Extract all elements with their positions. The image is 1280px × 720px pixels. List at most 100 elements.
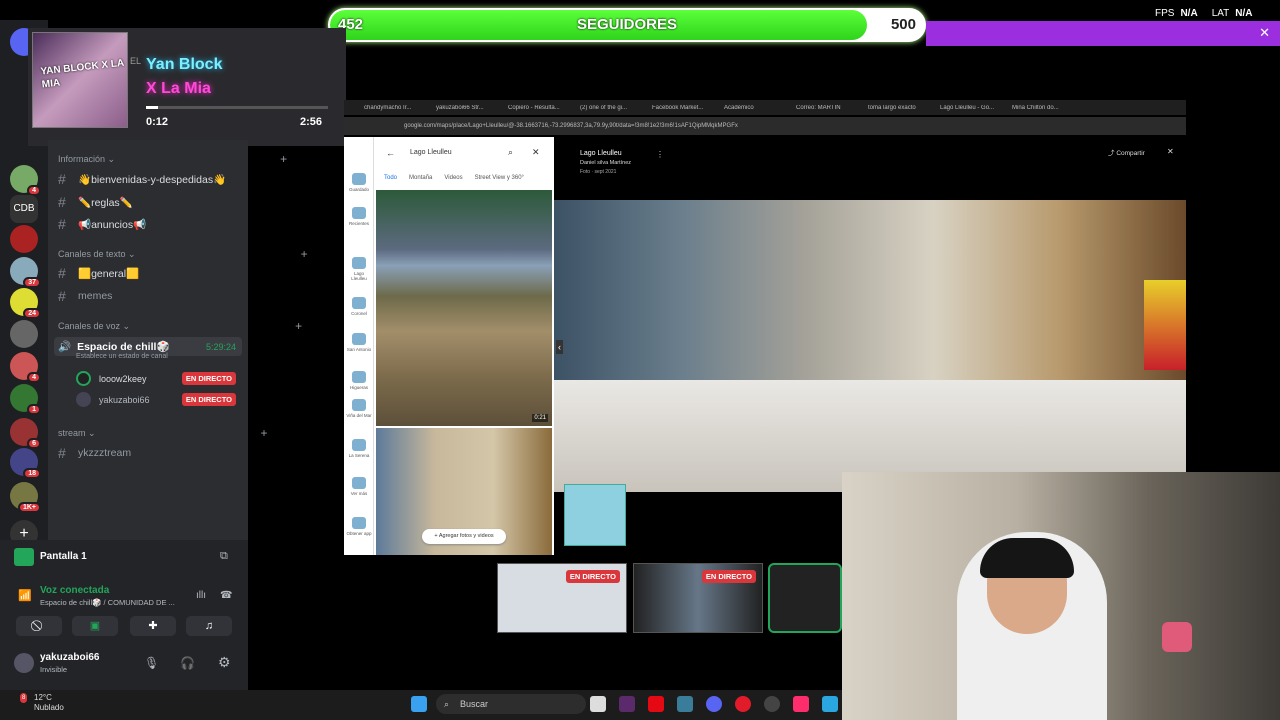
tiktok-icon[interactable] bbox=[793, 696, 809, 712]
maps-rail-item[interactable]: Recientes bbox=[346, 207, 372, 226]
server-icon[interactable]: 37 bbox=[10, 257, 41, 288]
add-channel-icon[interactable]: + bbox=[295, 319, 302, 333]
browser-tab[interactable]: Correo: MARTIN bbox=[796, 105, 866, 111]
add-channel-icon[interactable]: + bbox=[261, 426, 268, 440]
discord-icon[interactable] bbox=[706, 696, 722, 712]
photo-tabs: Todo Montaña Videos Street View y 360° bbox=[384, 175, 524, 181]
channel-ykzz[interactable]: # ykzzztream bbox=[58, 445, 131, 461]
photo-filter-tab[interactable]: Todo bbox=[384, 175, 397, 181]
server-icon[interactable]: 1 bbox=[10, 384, 41, 415]
headphones-icon[interactable]: 🎧 bbox=[180, 656, 195, 670]
taskbar-search[interactable]: ⌕ Buscar bbox=[436, 694, 586, 714]
server-cdb[interactable]: CDB bbox=[10, 195, 38, 223]
server-icon[interactable]: 1K+ bbox=[10, 482, 41, 513]
channel-anuncios[interactable]: # 📢anuncios📢 bbox=[58, 216, 146, 232]
add-channel-icon[interactable]: + bbox=[301, 247, 308, 261]
windows-start-icon[interactable] bbox=[411, 696, 427, 712]
browser-tab[interactable]: Facebook Market... bbox=[652, 105, 722, 111]
hash-icon: # bbox=[58, 194, 66, 210]
weather-widget[interactable]: 8 12°C Nublado bbox=[14, 693, 64, 713]
noise-icon[interactable]: ıllı bbox=[196, 590, 206, 601]
server-icon[interactable]: 6 bbox=[10, 418, 41, 449]
mic-icon[interactable]: 🎙 bbox=[144, 656, 159, 670]
place-icon bbox=[352, 371, 366, 383]
gear-icon[interactable]: ⚙ bbox=[218, 654, 231, 671]
category-voz[interactable]: Canales de voz ⌄ + bbox=[58, 319, 302, 333]
stream-thumbnail[interactable]: EN DIRECTO bbox=[633, 563, 763, 633]
server-icon[interactable]: 18 bbox=[10, 448, 41, 479]
live-badge: EN DIRECTO bbox=[701, 570, 756, 583]
more-icon[interactable]: ⋮ bbox=[656, 150, 664, 159]
app-icon[interactable] bbox=[677, 696, 693, 712]
add-channel-icon[interactable]: + bbox=[280, 152, 287, 166]
app-icon[interactable] bbox=[822, 696, 838, 712]
opera-icon[interactable] bbox=[735, 696, 751, 712]
collapse-icon[interactable]: ‹ bbox=[556, 340, 563, 354]
back-icon[interactable]: ← bbox=[386, 148, 395, 158]
task-view-icon[interactable] bbox=[590, 696, 606, 712]
lake-photo-thumbnail[interactable]: 0:21 bbox=[376, 190, 552, 426]
place-icon bbox=[352, 297, 366, 309]
browser-tab[interactable]: Copiero - Resulta... bbox=[508, 105, 578, 111]
stream-thumbnail[interactable] bbox=[768, 563, 842, 633]
maps-rail-item[interactable]: Higueras bbox=[346, 371, 372, 390]
maps-rail-item[interactable]: Lago Lleulleu bbox=[346, 257, 372, 281]
browser-tab[interactable]: yakuzaboi66 Str... bbox=[436, 105, 506, 111]
browser-tab[interactable]: Lago Lleulleu - Go... bbox=[940, 105, 1010, 111]
category-informacion[interactable]: Información ⌄ + bbox=[58, 152, 287, 166]
maps-rail-item[interactable]: San Antonio bbox=[346, 333, 372, 352]
soundboard-button[interactable]: ♫ bbox=[186, 616, 232, 636]
close-icon[interactable]: ✕ bbox=[1167, 147, 1174, 156]
address-bar[interactable]: google.com/maps/place/Lago+Lleulleu/@-38… bbox=[344, 117, 1186, 135]
server-icon[interactable]: 4 bbox=[10, 352, 41, 383]
popout-icon[interactable]: ⧉ bbox=[220, 550, 228, 563]
obs-icon[interactable] bbox=[764, 696, 780, 712]
photo-filter-tab[interactable]: Montaña bbox=[409, 175, 432, 181]
browser-tab[interactable]: toma largo exacto bbox=[868, 105, 938, 111]
search-icon[interactable]: ⌕ bbox=[508, 147, 513, 158]
speaker-icon: 🔊 bbox=[58, 341, 72, 353]
channel-general[interactable]: # 🟨general🟨 bbox=[58, 265, 139, 281]
avatar[interactable] bbox=[14, 653, 34, 673]
streamer-hair bbox=[980, 538, 1074, 578]
voice-user[interactable]: yakuzaboi66 bbox=[76, 392, 150, 407]
channel-list: Información ⌄ + # 👋bienvenidas-y-despedida… bbox=[48, 140, 308, 550]
add-photos-button[interactable]: + Agregar fotos y videos bbox=[422, 529, 506, 544]
browser-tab[interactable]: chandymacho Ir... bbox=[364, 105, 434, 111]
maps-rail-item[interactable]: Ver más bbox=[346, 477, 372, 496]
close-icon[interactable]: ✕ bbox=[1259, 25, 1270, 41]
photo-author[interactable]: Daniel silva Martínez bbox=[580, 160, 631, 166]
category-stream[interactable]: stream ⌄ + bbox=[58, 426, 268, 440]
channel-status[interactable]: Establece un estado de canal bbox=[76, 353, 168, 360]
maps-rail-item[interactable]: Obtener app bbox=[346, 517, 372, 536]
share-button[interactable]: ⤴ Compartir bbox=[1108, 147, 1145, 157]
server-icon[interactable] bbox=[10, 225, 38, 253]
netflix-icon[interactable] bbox=[648, 696, 664, 712]
server-icon[interactable]: 24 bbox=[10, 288, 41, 319]
browser-tab[interactable]: Académico bbox=[724, 105, 794, 111]
camera-button[interactable]: ⃠ bbox=[16, 616, 62, 636]
maps-rail-item[interactable]: Guardado bbox=[346, 173, 372, 192]
channel-memes[interactable]: # memes bbox=[58, 288, 112, 304]
maps-rail-item[interactable]: Viña del Mar bbox=[346, 399, 372, 418]
channel-bienvenidas[interactable]: # 👋bienvenidas-y-despedidas👋 bbox=[58, 171, 226, 187]
maps-rail-item[interactable]: La Serena bbox=[346, 439, 372, 458]
activities-button[interactable]: ✚ bbox=[130, 616, 176, 636]
channel-reglas[interactable]: # ✏️reglas✏️ bbox=[58, 194, 133, 210]
disconnect-icon[interactable]: ☎ bbox=[220, 590, 232, 601]
category-texto[interactable]: Canales de texto ⌄ + bbox=[58, 247, 308, 261]
voice-user[interactable]: looow2keey bbox=[76, 371, 147, 386]
photo-date: Foto · sept 2021 bbox=[580, 169, 617, 175]
screen-share-button[interactable]: ▣ bbox=[72, 616, 118, 636]
maps-rail-item[interactable]: Coronel bbox=[346, 297, 372, 316]
place-icon bbox=[352, 333, 366, 345]
voice-status[interactable]: Voz conectada bbox=[40, 585, 109, 596]
close-icon[interactable]: ✕ bbox=[532, 147, 540, 158]
server-icon[interactable] bbox=[10, 320, 38, 348]
browser-tab[interactable]: Mina Chilton do... bbox=[1012, 105, 1082, 111]
stream-thumbnail[interactable]: EN DIRECTO bbox=[497, 563, 627, 633]
premiere-icon[interactable] bbox=[619, 696, 635, 712]
browser-tab[interactable]: (2) one of the gi... bbox=[580, 105, 650, 111]
photo-filter-tab[interactable]: Street View y 360° bbox=[475, 175, 524, 181]
photo-filter-tab[interactable]: Videos bbox=[444, 175, 462, 181]
